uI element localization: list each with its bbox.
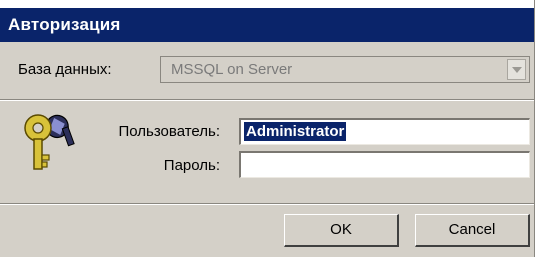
database-label: База данных: bbox=[18, 61, 112, 78]
separator bbox=[0, 99, 534, 101]
user-field-value: Administrator bbox=[244, 122, 347, 141]
database-select[interactable]: MSSQL on Server bbox=[160, 56, 530, 83]
password-label: Пароль: bbox=[163, 157, 220, 174]
top-strip bbox=[0, 0, 534, 8]
window-title: Авторизация bbox=[8, 15, 121, 34]
chevron-down-icon[interactable] bbox=[507, 59, 526, 80]
separator bbox=[0, 203, 534, 205]
user-field[interactable]: Administrator bbox=[239, 118, 530, 145]
user-label: Пользователь: bbox=[118, 123, 220, 140]
keys-icon bbox=[24, 114, 75, 170]
ok-button[interactable]: OK bbox=[284, 214, 399, 247]
authorization-dialog: Авторизация База данных: MSSQL on Server… bbox=[0, 0, 535, 257]
cancel-button[interactable]: Cancel bbox=[415, 214, 530, 247]
password-field[interactable] bbox=[239, 151, 530, 178]
title-bar[interactable]: Авторизация bbox=[0, 8, 534, 42]
database-select-value: MSSQL on Server bbox=[171, 61, 293, 78]
